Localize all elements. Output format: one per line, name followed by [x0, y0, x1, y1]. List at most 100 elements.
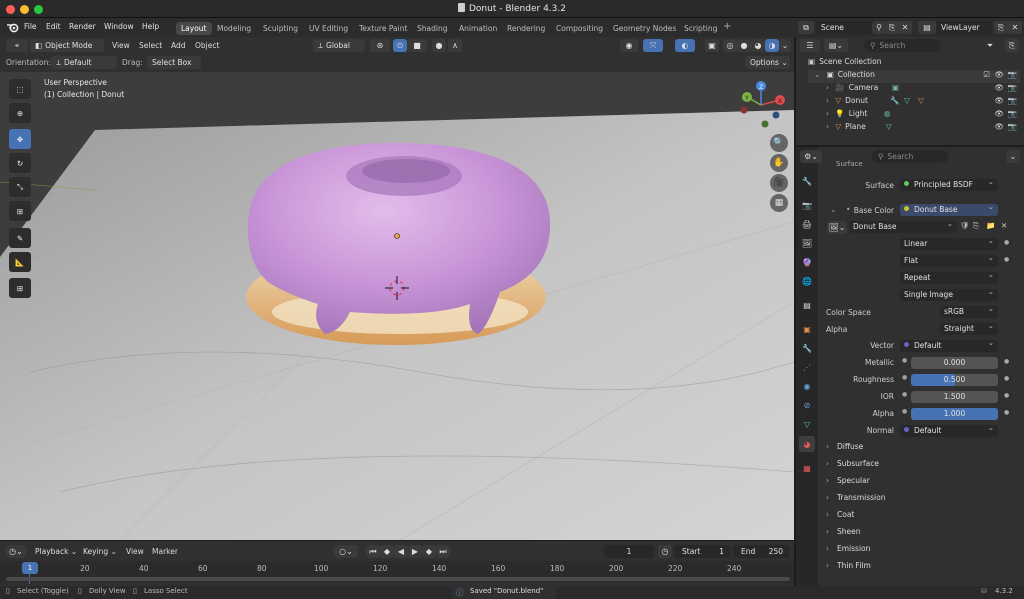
object-properties-icon[interactable]: ▣ — [799, 321, 815, 337]
open-image-folder-icon[interactable]: 📁 — [986, 221, 995, 230]
tab-compositing[interactable]: Compositing — [551, 22, 608, 35]
current-frame-field[interactable]: 1 — [604, 545, 654, 558]
pivot-point-icon[interactable]: ⊛ — [370, 39, 390, 52]
visibility-eye-icon[interactable]: 👁 — [994, 122, 1004, 131]
menu-render[interactable]: Render — [69, 22, 96, 31]
mode-selector[interactable]: ◧ Object Mode — [30, 39, 104, 52]
3d-viewport[interactable] — [0, 72, 794, 540]
view-layer-selector[interactable]: ViewLayer — [936, 21, 992, 34]
outliner-editor-icon[interactable]: ☰ — [800, 39, 820, 52]
scene-properties-icon[interactable]: 🔮 — [799, 254, 815, 270]
tab-sculpting[interactable]: Sculpting — [258, 22, 303, 35]
ortho-toggle-icon[interactable]: ▦ — [770, 194, 788, 212]
surface-panel-header[interactable]: Surface — [836, 160, 863, 168]
play-icon[interactable]: ▶ — [408, 545, 422, 558]
image-name-field[interactable]: Donut Base — [849, 219, 957, 233]
keyframe-dot-icon[interactable]: ● — [1004, 256, 1009, 263]
ior-socket[interactable]: ● — [902, 391, 907, 398]
render-camera-icon[interactable]: 📷 — [1008, 122, 1017, 131]
base-color-expand-icon[interactable]: ⌄ — [830, 205, 836, 214]
playback-menu[interactable]: Playback ⌄ — [30, 545, 80, 558]
jump-keyframe-back-icon[interactable]: ◆ — [380, 545, 394, 558]
properties-options-icon[interactable]: ⌄ — [1006, 150, 1020, 163]
filter-icon[interactable]: ⏷ — [980, 39, 1000, 52]
outliner-search-input[interactable]: ⚲ Search — [864, 39, 940, 52]
alpha-mode-selector[interactable]: Straight — [940, 321, 998, 335]
delete-scene-icon[interactable]: ✕ — [898, 21, 912, 34]
play-reverse-icon[interactable]: ◀ — [394, 545, 408, 558]
tab-shading[interactable]: Shading — [412, 22, 452, 35]
view-layer-icon[interactable]: ▤ — [918, 21, 936, 34]
section-coat[interactable]: › Coat — [826, 510, 854, 523]
constraint-properties-icon[interactable]: ⊘ — [799, 397, 815, 413]
transform-tool-icon[interactable]: ⊞ — [9, 201, 31, 221]
keyframe-dot-icon[interactable]: ● — [1004, 375, 1009, 382]
keyframe-dot-icon[interactable]: ● — [1004, 239, 1009, 246]
new-view-layer-icon[interactable]: ⎘ — [994, 21, 1008, 34]
jump-start-icon[interactable]: ⏮ — [366, 545, 380, 558]
roughness-slider[interactable]: 0.500 — [911, 374, 998, 386]
rendered-shading-icon[interactable]: ◑ — [765, 39, 779, 52]
include-checkbox[interactable]: ☑ — [983, 70, 990, 79]
menu-object[interactable]: Object — [195, 41, 219, 50]
fake-user-shield-icon[interactable]: 🛡 — [960, 221, 970, 230]
snap-target-icon[interactable]: ■ — [407, 39, 427, 52]
outliner-collection[interactable]: ⌄ ▣ Collection ☑ 👁 📷 — [808, 70, 1020, 83]
keyframe-dot-icon[interactable]: ● — [1004, 392, 1009, 399]
outliner-item-plane[interactable]: › ▽ Plane ▽ 👁 📷 — [808, 122, 1020, 135]
output-properties-icon[interactable]: 🖨 — [799, 216, 815, 232]
section-specular[interactable]: › Specular — [826, 476, 870, 489]
projection-selector[interactable]: Flat — [900, 253, 998, 267]
surface-shader-selector[interactable]: Principled BSDF — [900, 177, 998, 191]
timeline-marker-menu[interactable]: Marker — [152, 547, 178, 556]
new-image-icon[interactable]: ⎘ — [973, 221, 979, 231]
rotate-tool-icon[interactable]: ↻ — [9, 153, 31, 173]
menu-add[interactable]: Add — [171, 41, 186, 50]
menu-view[interactable]: View — [112, 41, 130, 50]
vector-input[interactable]: Default — [900, 338, 998, 352]
preview-range-icon[interactable]: ◷ — [658, 545, 672, 558]
timeline-editor-icon[interactable]: ◷⌄ — [6, 545, 26, 558]
render-camera-icon[interactable]: 📷 — [1008, 83, 1017, 92]
auto-keying-icon[interactable]: ○⌄ — [334, 545, 358, 558]
tab-rendering[interactable]: Rendering — [502, 22, 550, 35]
world-properties-icon[interactable]: 🌐 — [799, 273, 815, 289]
section-subsurface[interactable]: › Subsurface — [826, 459, 879, 472]
tab-layout[interactable]: Layout — [176, 22, 212, 35]
start-frame-field[interactable]: Start 1 — [674, 545, 730, 558]
section-sheen[interactable]: › Sheen — [826, 527, 861, 540]
select-box-tool-icon[interactable]: ⬚ — [9, 79, 31, 99]
timeline-view-menu[interactable]: View — [126, 547, 144, 556]
end-frame-field[interactable]: End 250 — [733, 545, 789, 558]
ior-field[interactable]: 1.500 — [911, 391, 998, 403]
solid-shading-icon[interactable]: ● — [737, 39, 751, 52]
unlink-image-icon[interactable]: ✕ — [1001, 221, 1007, 230]
camera-view-icon[interactable]: 🎥 — [770, 174, 788, 192]
outliner-item-donut[interactable]: › ▽ Donut 🔧 ▽ ▽ 👁 📷 — [808, 96, 1020, 109]
alpha-slider[interactable]: 1.000 — [911, 408, 998, 420]
texture-properties-icon[interactable]: ▦ — [799, 460, 815, 476]
properties-editor-icon[interactable]: ⚙⌄ — [800, 150, 822, 163]
display-mode-icon[interactable]: ▤⌄ — [824, 39, 848, 52]
section-diffuse[interactable]: › Diffuse — [826, 442, 863, 455]
tab-texture-paint[interactable]: Texture Paint — [354, 22, 412, 35]
drag-selector[interactable]: Select Box — [147, 56, 201, 69]
keyframe-dot-icon[interactable]: ● — [1004, 358, 1009, 365]
interpolation-selector[interactable]: Linear — [900, 236, 998, 250]
move-tool-icon[interactable]: ✥ — [9, 129, 31, 149]
blender-logo-icon[interactable] — [6, 21, 19, 33]
metallic-slider[interactable]: 0.000 — [911, 357, 998, 369]
new-scene-icon[interactable]: ⎘ — [885, 21, 899, 34]
particle-properties-icon[interactable]: ⋰ — [799, 359, 815, 375]
orientation-selector[interactable]: ⟂ Default — [51, 56, 117, 69]
keyframe-dot-icon[interactable]: ● — [1004, 409, 1009, 416]
collection-properties-icon[interactable]: ▤ — [799, 297, 815, 313]
new-collection-icon[interactable]: ⎘ — [1005, 39, 1019, 52]
object-visibility-icon[interactable]: ◉ — [620, 39, 638, 52]
render-camera-icon[interactable]: 📷 — [1008, 70, 1017, 79]
data-properties-icon[interactable]: ▽ — [799, 416, 815, 432]
shading-options-icon[interactable]: ⌄ — [779, 39, 791, 52]
timeline-scrollbar[interactable] — [6, 577, 790, 581]
wireframe-shading-icon[interactable]: ◎ — [723, 39, 737, 52]
add-workspace-icon[interactable]: + — [723, 21, 731, 32]
